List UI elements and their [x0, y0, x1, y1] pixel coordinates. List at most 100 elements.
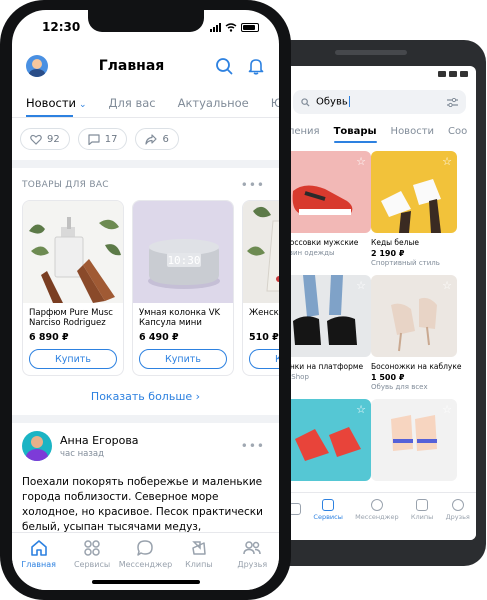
tab-friends[interactable]: Друзья	[227, 539, 277, 590]
app-header: Главная	[12, 44, 279, 88]
iphone-screen: 12:30 Главная Новости ⌄ Для вас Актуально…	[12, 10, 279, 590]
post-menu-dots-icon[interactable]: •••	[241, 439, 265, 453]
clips-icon	[416, 498, 429, 511]
messenger-icon	[370, 498, 383, 511]
bell-icon[interactable]	[247, 57, 265, 75]
goods-card[interactable]: Парфюм Pure Musc Narciso Rodriguez 6 890…	[22, 200, 124, 376]
goods-price: 6 890 ₽	[29, 332, 69, 343]
product-card[interactable]: ☆ россовки мужские азин одежды	[285, 151, 371, 267]
home-indicator	[92, 580, 200, 584]
tab-communities[interactable]: Соо	[448, 126, 467, 137]
goods-card[interactable]: 10:30 Умная колонка VK Капсула мини 6 49…	[132, 200, 234, 376]
product-seller: Обувь для всех	[371, 383, 428, 391]
android-tab-bar: Сервисы Мессенджер Клипы Друзья	[283, 492, 476, 526]
product-seller: азин одежды	[285, 249, 335, 257]
goods-card[interactable]: Женские платья 510 ₽760 Купить	[242, 200, 279, 376]
chevron-down-icon: ⌄	[79, 100, 87, 110]
search-tabs: ъявления Товары Новости Соо	[283, 126, 467, 143]
likes-pill[interactable]: 92	[20, 128, 70, 150]
signal-icon	[210, 22, 221, 32]
product-card[interactable]: ☆	[371, 399, 457, 481]
home-icon	[30, 540, 47, 556]
favorite-star-icon[interactable]: ☆	[356, 155, 366, 168]
favorite-star-icon[interactable]: ☆	[356, 279, 366, 292]
tab-home[interactable]: Главная	[14, 539, 64, 590]
product-title: Кеды белые	[371, 238, 419, 247]
heart-icon	[30, 134, 42, 145]
product-card[interactable]: ☆ инки на платформе k Shop	[285, 275, 371, 391]
product-card[interactable]: ☆ Босоножки на каблуке 1 500 ₽ Обувь для…	[371, 275, 462, 391]
search-icon	[301, 97, 310, 107]
android-screen: Обувь ъявления Товары Новости Соо ☆ росс…	[283, 66, 476, 540]
product-grid: ☆ россовки мужские азин одежды ☆ Кеды бе…	[283, 151, 474, 481]
page-title: Главная	[98, 58, 165, 74]
goods-section-header: ТОВАРЫ ДЛЯ ВАС •••	[12, 168, 279, 192]
section-separator	[12, 160, 279, 168]
product-price: 2 190 ₽	[371, 249, 405, 258]
goods-carousel: Парфюм Pure Musc Narciso Rodriguez 6 890…	[12, 192, 279, 376]
goods-title: Женские платья	[249, 308, 279, 318]
android-speaker	[335, 50, 407, 55]
battery-icon	[241, 22, 259, 32]
favorite-star-icon[interactable]: ☆	[442, 155, 452, 168]
show-more-link[interactable]: Показать больше ›	[12, 390, 279, 403]
more-dots-icon[interactable]: •••	[241, 178, 265, 192]
tab-news[interactable]: Новости	[391, 126, 434, 137]
tab-goods[interactable]: Товары	[333, 126, 377, 143]
favorite-star-icon[interactable]: ☆	[356, 403, 366, 416]
profile-avatar[interactable]	[26, 55, 48, 77]
clips-icon	[192, 541, 206, 555]
comment-icon	[88, 133, 100, 145]
filter-icon[interactable]	[447, 97, 458, 107]
notch	[88, 10, 204, 32]
shares-pill[interactable]: 6	[135, 128, 179, 150]
tab-friends[interactable]: Друзья	[446, 498, 470, 521]
friends-icon	[243, 541, 261, 555]
goods-title: Парфюм Pure Musc Narciso Rodriguez	[29, 308, 113, 328]
product-seller: Спортивный стиль	[371, 259, 440, 267]
speaker-clock-display: 10:30	[167, 254, 200, 267]
product-price: 1 500 ₽	[371, 373, 405, 382]
buy-button[interactable]: Купить	[29, 349, 117, 369]
search-icon[interactable]	[215, 57, 233, 75]
goods-title: Умная колонка VK Капсула мини	[139, 308, 221, 328]
android-nav-bar	[283, 526, 476, 540]
buy-button[interactable]: Купить	[139, 349, 227, 369]
share-icon	[145, 133, 158, 145]
author-avatar[interactable]	[22, 431, 52, 461]
goods-image-perfume	[23, 201, 123, 303]
goods-section-title: ТОВАРЫ ДЛЯ ВАС	[22, 180, 109, 190]
product-card[interactable]: ☆	[285, 399, 371, 481]
tab-trending[interactable]: Актуальное	[178, 96, 249, 110]
goods-price: 6 490 ₽	[139, 332, 179, 343]
buy-button[interactable]: Купить	[249, 349, 279, 369]
goods-image-speaker: 10:30	[133, 201, 233, 303]
favorite-star-icon[interactable]: ☆	[442, 403, 452, 416]
tab-for-you[interactable]: Для вас	[109, 96, 156, 110]
product-image: ☆	[285, 399, 371, 481]
android-status-bar	[283, 66, 476, 82]
search-field[interactable]: Обувь	[293, 90, 466, 114]
post-header: Анна Егорова час назад •••	[12, 423, 279, 461]
section-separator	[12, 415, 279, 423]
bottom-tab-bar: Главная Сервисы Мессенджер Клипы Друзья	[12, 532, 279, 590]
product-title: россовки мужские	[285, 238, 359, 247]
product-title: Босоножки на каблуке	[371, 362, 462, 371]
search-query: Обувь	[316, 96, 348, 108]
chevron-right-icon: ›	[195, 390, 201, 403]
post-time: час назад	[60, 448, 104, 459]
tab-news[interactable]: Новости ⌄	[26, 96, 87, 117]
product-card[interactable]: ☆ Кеды белые 2 190 ₽ Спортивный стиль	[371, 151, 457, 267]
tab-clips[interactable]: Клипы	[411, 498, 433, 521]
favorite-star-icon[interactable]: ☆	[442, 279, 452, 292]
tab-more[interactable]: Ю	[271, 96, 279, 110]
status-time: 12:30	[42, 20, 81, 34]
tab-services[interactable]: Сервисы	[313, 498, 343, 521]
tab-messenger[interactable]: Мессенджер	[355, 498, 399, 521]
comments-pill[interactable]: 17	[77, 128, 128, 150]
messenger-icon	[137, 540, 154, 556]
shares-count: 6	[162, 133, 169, 145]
product-title: инки на платформе	[285, 362, 364, 371]
feed-tabs: Новости ⌄ Для вас Актуальное Ю	[12, 88, 279, 117]
post-author[interactable]: Анна Егорова	[60, 434, 233, 447]
